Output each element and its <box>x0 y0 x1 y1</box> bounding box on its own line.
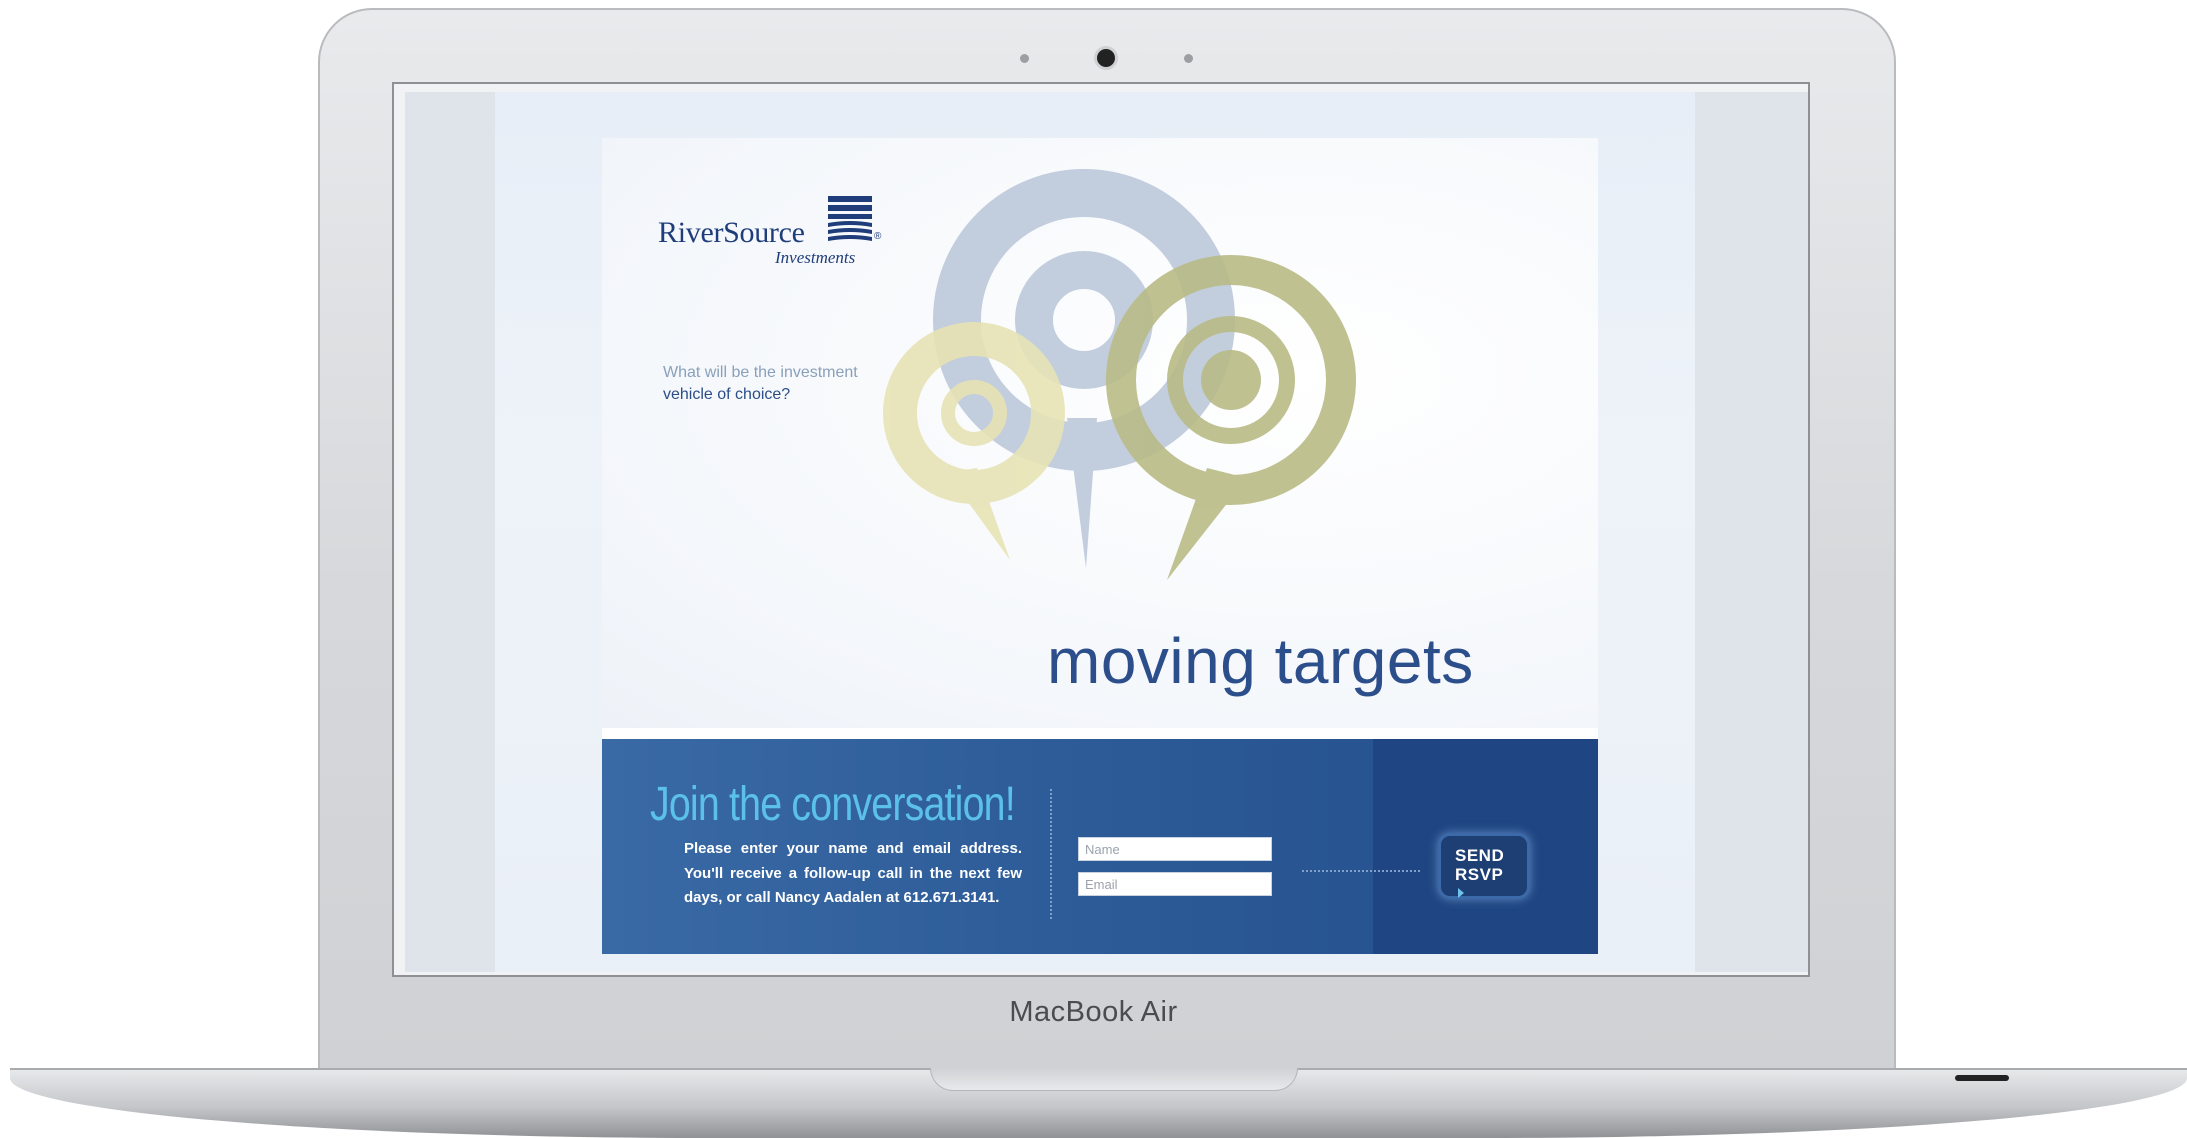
headline: moving targets <box>1047 625 1474 697</box>
device-brand-label: MacBook Air <box>1009 996 1178 1028</box>
webcam-icon <box>1097 49 1115 67</box>
tagline-line-2: vehicle of choice? <box>663 386 791 403</box>
email-field[interactable] <box>1078 872 1272 896</box>
port-icon <box>1955 1075 2009 1081</box>
rsvp-label-row: RSVP <box>1455 865 1527 903</box>
landing-page: RiverSource Investments ® What will be t… <box>602 138 1598 954</box>
join-heading: Join the conversation! <box>650 778 1016 831</box>
riversource-logo[interactable]: RiverSource Investments ® <box>658 196 888 276</box>
lid-opening-notch <box>930 1068 1298 1091</box>
name-field[interactable] <box>1078 837 1272 861</box>
tagline-line-1: What will be the investment <box>663 364 858 381</box>
send-label: SEND <box>1455 846 1505 865</box>
rsvp-band: Join the conversation! Please enter your… <box>602 739 1598 954</box>
rsvp-label: RSVP <box>1455 865 1504 884</box>
logo-wordmark: RiverSource <box>658 216 805 249</box>
screen: RiverSource Investments ® What will be t… <box>405 92 1808 972</box>
ambient-sensor-icon <box>1020 54 1029 63</box>
ambient-sensor-icon <box>1184 54 1193 63</box>
arrow-right-icon <box>1458 888 1464 898</box>
rsvp-instructions: Please enter your name and email address… <box>684 840 1022 906</box>
tagline: What will be the investment vehicle of c… <box>663 362 858 406</box>
logo-subtitle: Investments <box>775 248 856 267</box>
dotted-divider <box>1050 789 1052 919</box>
target-pins-illustration <box>883 169 1356 580</box>
send-rsvp-button[interactable]: SEND RSVP <box>1438 833 1530 899</box>
dotted-connector <box>1302 870 1420 872</box>
